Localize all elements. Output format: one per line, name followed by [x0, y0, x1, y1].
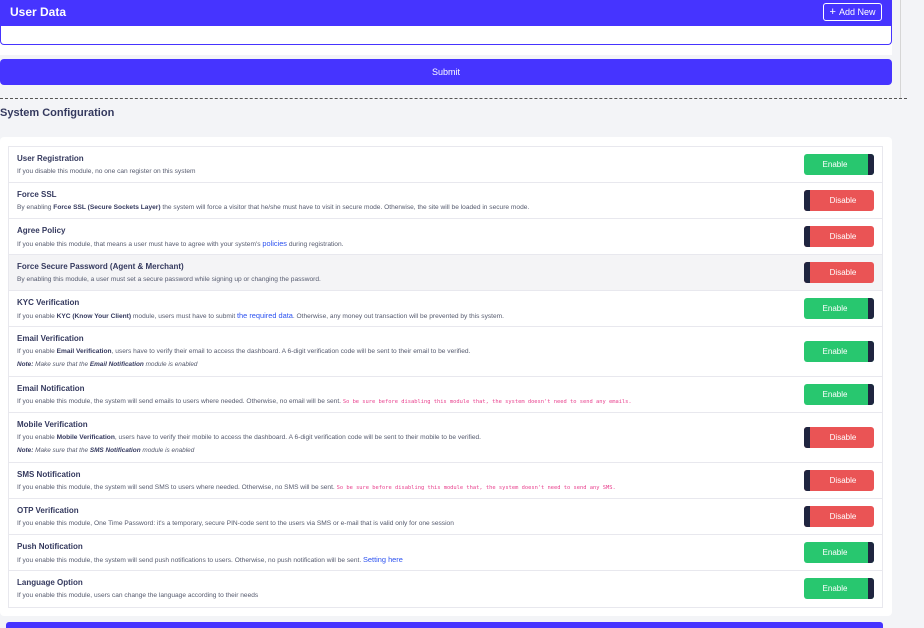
config-title: OTP Verification [17, 506, 79, 515]
config-warning-code: So be sure before disabling this module … [342, 399, 632, 405]
config-title: Agree Policy [17, 226, 66, 235]
setting-here-link[interactable]: Setting here [363, 555, 403, 564]
toggle-knob [804, 506, 810, 527]
config-description: By enabling this module, a user must set… [17, 276, 321, 283]
config-description: If you enable this module, the system wi… [17, 555, 403, 564]
config-row-email-verification: Email Verification If you enable Email V… [9, 327, 882, 377]
config-note: Note: Make sure that the SMS Notificatio… [17, 447, 195, 454]
config-row-language-option: Language Option If you enable this modul… [9, 571, 882, 607]
push-notification-toggle[interactable]: Enable [804, 542, 874, 563]
config-warning-code: So be sure before disabling this module … [336, 485, 616, 491]
toggle-knob [804, 226, 810, 247]
config-description: If you enable KYC (Know Your Client) mod… [17, 311, 504, 320]
config-row-otp-verification: OTP Verification If you enable this modu… [9, 499, 882, 535]
config-description: By enabling Force SSL (Secure Sockets La… [17, 204, 530, 211]
user-registration-toggle[interactable]: Enable [804, 154, 874, 175]
user-data-title: User Data [10, 5, 67, 19]
policies-link[interactable]: policies [262, 239, 287, 248]
toggle-knob [804, 262, 810, 283]
email-notification-toggle[interactable]: Enable [804, 384, 874, 405]
config-row-sms-notification: SMS Notification If you enable this modu… [9, 463, 882, 499]
divider [900, 0, 901, 98]
config-row-push-notification: Push Notification If you enable this mod… [9, 535, 882, 571]
required-data-link[interactable]: the required data [237, 311, 293, 320]
config-title: SMS Notification [17, 470, 81, 479]
config-title: KYC Verification [17, 298, 80, 307]
toggle-knob [868, 154, 874, 175]
toggle-knob [868, 578, 874, 599]
config-title: Mobile Verification [17, 420, 88, 429]
toggle-knob [868, 542, 874, 563]
kyc-verification-toggle[interactable]: Enable [804, 298, 874, 319]
config-title: User Registration [17, 154, 84, 163]
config-note: Note: Make sure that the Email Notificat… [17, 361, 198, 368]
config-row-email-notification: Email Notification If you enable this mo… [9, 377, 882, 413]
email-verification-toggle[interactable]: Enable [804, 341, 874, 362]
config-title: Force Secure Password (Agent & Merchant) [17, 262, 184, 271]
config-row-force-secure-password: Force Secure Password (Agent & Merchant)… [9, 255, 882, 291]
add-new-button[interactable]: + Add New [823, 3, 882, 21]
submit-button[interactable]: Submit [0, 59, 892, 85]
section-title: System Configuration [0, 107, 115, 119]
otp-verification-toggle[interactable]: Disable [804, 506, 874, 527]
config-row-force-ssl: Force SSL By enabling Force SSL (Secure … [9, 183, 882, 219]
config-description: If you enable Email Verification, users … [17, 348, 471, 355]
mobile-verification-toggle[interactable]: Disable [804, 427, 874, 448]
user-data-card: User Data + Add New [0, 0, 892, 55]
config-description: If you enable this module, One Time Pass… [17, 520, 454, 527]
config-row-agree-policy: Agree Policy If you enable this module, … [9, 219, 882, 255]
config-title: Email Notification [17, 384, 85, 393]
plus-icon: + [829, 6, 836, 18]
config-description: If you enable this module, the system wi… [17, 484, 616, 491]
add-new-label: Add New [838, 7, 876, 17]
config-description: If you enable this module, users can cha… [17, 592, 259, 599]
update-button[interactable] [6, 622, 883, 628]
system-configuration-card: User Registration If you disable this mo… [0, 137, 892, 616]
toggle-knob [804, 470, 810, 491]
config-row-kyc-verification: KYC Verification If you enable KYC (Know… [9, 291, 882, 327]
force-ssl-toggle[interactable]: Disable [804, 190, 874, 211]
toggle-knob [868, 384, 874, 405]
user-data-header: User Data + Add New [0, 0, 892, 26]
sms-notification-toggle[interactable]: Disable [804, 470, 874, 491]
toggle-knob [868, 341, 874, 362]
section-divider [0, 98, 907, 99]
toggle-knob [804, 190, 810, 211]
config-description: If you enable this module, the system wi… [17, 398, 632, 405]
toggle-knob [804, 427, 810, 448]
toggle-knob [868, 298, 874, 319]
config-title: Email Verification [17, 334, 84, 343]
config-row-mobile-verification: Mobile Verification If you enable Mobile… [9, 413, 882, 463]
language-option-toggle[interactable]: Enable [804, 578, 874, 599]
config-title: Language Option [17, 578, 83, 587]
user-data-input[interactable] [0, 26, 892, 45]
agree-policy-toggle[interactable]: Disable [804, 226, 874, 247]
config-title: Push Notification [17, 542, 83, 551]
config-description: If you enable Mobile Verification, users… [17, 434, 482, 441]
config-title: Force SSL [17, 190, 57, 199]
config-description: If you disable this module, no one can r… [17, 168, 196, 175]
force-secure-password-toggle[interactable]: Disable [804, 262, 874, 283]
config-list: User Registration If you disable this mo… [8, 146, 883, 608]
config-row-user-registration: User Registration If you disable this mo… [9, 147, 882, 183]
config-description: If you enable this module, that means a … [17, 239, 344, 248]
